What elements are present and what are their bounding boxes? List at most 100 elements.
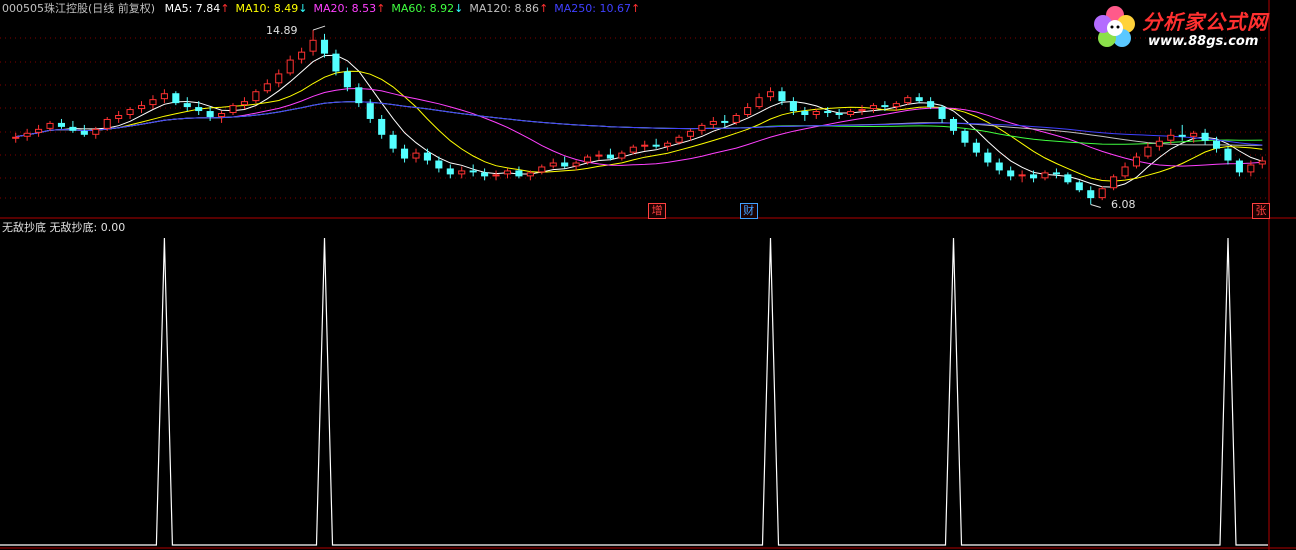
candle-body-71 — [824, 111, 832, 114]
candle-0 — [12, 132, 20, 143]
candle-72 — [835, 109, 843, 119]
candle-70 — [812, 109, 820, 119]
candle-104 — [1201, 128, 1209, 145]
candle-41 — [481, 168, 489, 181]
candle-107 — [1235, 158, 1243, 177]
candle-body-24 — [286, 59, 294, 74]
candle-body-63 — [732, 115, 740, 123]
candle-89 — [1030, 170, 1038, 183]
candle-44 — [515, 166, 523, 179]
candle-body-75 — [869, 105, 877, 110]
candle-body-23 — [275, 73, 283, 84]
candlesticks — [12, 25, 1266, 208]
candle-48 — [561, 156, 569, 169]
candle-body-28 — [332, 53, 340, 72]
candle-body-10 — [126, 109, 134, 116]
candle-3 — [46, 120, 54, 131]
candle-body-12 — [149, 99, 157, 106]
candle-81 — [938, 105, 946, 123]
candle-body-106 — [1224, 148, 1232, 161]
candle-106 — [1224, 146, 1232, 165]
candle-6 — [80, 124, 88, 137]
candle-100 — [1155, 136, 1163, 151]
candle-61 — [709, 116, 717, 129]
candle-33 — [389, 130, 397, 153]
candle-64 — [744, 103, 752, 117]
candle-body-2 — [35, 128, 43, 133]
candle-35 — [412, 148, 420, 163]
candle-body-48 — [561, 162, 569, 167]
candle-body-60 — [698, 124, 706, 131]
candle-92 — [1064, 172, 1072, 185]
candle-body-58 — [675, 136, 683, 143]
candle-2 — [35, 124, 43, 137]
candle-body-7 — [92, 128, 100, 135]
candle-9 — [115, 111, 123, 123]
candle-body-0 — [12, 136, 20, 139]
candle-body-3 — [46, 122, 54, 129]
candle-body-80 — [927, 101, 935, 108]
candle-body-78 — [904, 97, 912, 104]
flower-icon — [1094, 6, 1135, 47]
candle-body-9 — [115, 115, 123, 119]
candle-95 — [1098, 186, 1106, 201]
event-badge-zhang[interactable]: 张 — [1252, 203, 1270, 219]
candle-30 — [355, 83, 363, 108]
candle-body-30 — [355, 87, 363, 104]
candle-66 — [766, 87, 775, 102]
candle-body-88 — [1018, 174, 1026, 177]
indicator-label: 无敌抄底: — [49, 221, 98, 234]
ma-value-1: MA10: 8.49 — [235, 2, 299, 15]
candle-body-56 — [652, 144, 660, 147]
candle-27 — [320, 33, 329, 58]
candle-body-18 — [218, 113, 226, 117]
watermark-logo: 分析家公式网 www.88gs.com — [1090, 2, 1290, 52]
candle-102 — [1178, 124, 1186, 141]
event-badge-zeng[interactable]: 增 — [648, 203, 667, 219]
chart-stage — [0, 0, 1296, 550]
indicator-title: 无敌抄底 — [2, 221, 46, 234]
candle-46 — [538, 164, 546, 175]
candle-47 — [549, 158, 557, 169]
candle-body-37 — [435, 160, 443, 169]
candle-49 — [572, 160, 580, 171]
candle-body-47 — [549, 162, 557, 167]
event-badge-cai[interactable]: 财 — [739, 203, 758, 219]
low-pointer — [1090, 203, 1101, 208]
candle-22 — [263, 79, 271, 94]
candle-body-92 — [1064, 174, 1072, 183]
candle-74 — [858, 105, 866, 115]
candle-21 — [252, 89, 260, 104]
candle-85 — [984, 148, 992, 167]
candle-body-82 — [949, 118, 958, 131]
candle-body-95 — [1098, 188, 1106, 199]
candle-body-57 — [664, 142, 672, 147]
ma-arrow-1: ↓ — [298, 2, 308, 15]
candle-5 — [69, 120, 77, 133]
candle-body-104 — [1201, 132, 1209, 141]
candle-body-8 — [103, 118, 111, 129]
candle-25 — [298, 47, 306, 64]
candle-body-41 — [481, 172, 489, 177]
candle-34 — [401, 144, 409, 163]
candle-109 — [1258, 156, 1266, 169]
candle-body-84 — [972, 142, 980, 153]
candle-body-26 — [309, 39, 317, 52]
candle-body-38 — [446, 168, 454, 175]
candle-body-105 — [1212, 140, 1221, 149]
candle-body-90 — [1041, 172, 1049, 179]
candle-51 — [595, 150, 603, 161]
candle-body-55 — [641, 144, 649, 147]
candle-body-79 — [915, 97, 923, 102]
ma-value-0: MA5: 7.84 — [164, 2, 221, 15]
stock-name: 珠江控股 — [44, 2, 88, 15]
candle-body-25 — [298, 51, 306, 60]
candle-11 — [137, 101, 146, 114]
candle-body-50 — [583, 156, 592, 163]
candle-56 — [652, 138, 660, 149]
candle-body-16 — [195, 107, 203, 112]
candle-body-21 — [252, 91, 260, 102]
candle-28 — [332, 49, 340, 76]
candle-body-31 — [366, 103, 374, 119]
candle-body-36 — [423, 152, 431, 161]
